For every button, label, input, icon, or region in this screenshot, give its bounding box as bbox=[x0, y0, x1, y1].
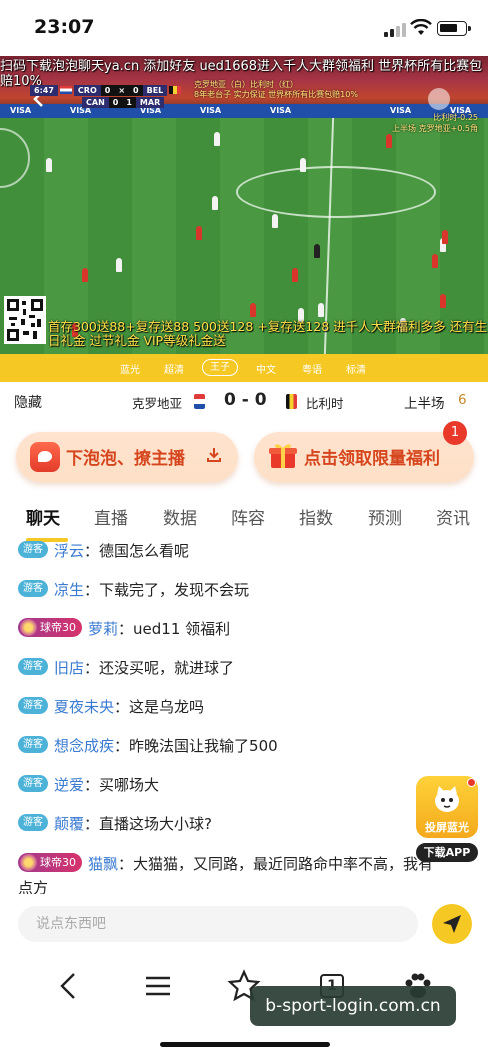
menu-icon[interactable] bbox=[138, 966, 178, 1006]
match-minute: 6 bbox=[458, 392, 467, 408]
tab-chat[interactable]: 聊天 bbox=[26, 504, 60, 529]
tab-bar: 聊天 直播 数据 阵容 指数 预测 资讯 bbox=[0, 498, 488, 542]
broadcaster-logo-icon bbox=[428, 88, 450, 110]
site-watermark: b-sport-login.com.cn bbox=[250, 986, 456, 1026]
guest-badge: 游客 bbox=[18, 736, 48, 753]
chat-username: 浮云 bbox=[54, 542, 85, 560]
download-app-button[interactable]: 下载APP bbox=[416, 843, 478, 862]
cellular-signal-icon bbox=[384, 23, 406, 37]
send-icon bbox=[443, 915, 461, 933]
chat-text: 买哪场大 bbox=[99, 776, 160, 794]
vip-badge: 球帝30 bbox=[18, 618, 82, 637]
video-player[interactable]: VISA VISA VISA VISA VISA VISA VISA 扫码下载泡… bbox=[0, 56, 488, 354]
chat-username: 颠覆 bbox=[54, 815, 85, 833]
gift-icon bbox=[269, 444, 297, 468]
chat-text: 昨晚法国让我输了500 bbox=[129, 737, 278, 755]
screen-cast-label: 投屏蓝光 bbox=[425, 821, 469, 834]
tab-lineup[interactable]: 阵容 bbox=[231, 504, 265, 529]
bubble-chat-icon bbox=[30, 442, 60, 472]
chat-username: 夏夜未央 bbox=[54, 698, 115, 716]
guest-badge: 游客 bbox=[18, 697, 48, 714]
stream-option[interactable]: 超清 bbox=[164, 361, 184, 376]
home-team-name: 克罗地亚 bbox=[132, 396, 183, 411]
chat-message: 游客 凉生：下载完了，发现不会玩 bbox=[18, 578, 438, 602]
battery-icon bbox=[437, 21, 471, 36]
notification-badge: 1 bbox=[443, 421, 467, 445]
chat-text: ued11 领福利 bbox=[133, 620, 231, 638]
chat-message: 游客 浮云：德国怎么看呢 bbox=[18, 539, 438, 563]
chat-username: 逆爱 bbox=[54, 776, 85, 794]
chat-message: 游客 逆爱：买哪场大 bbox=[18, 773, 438, 797]
chat-username: 萝莉 bbox=[88, 620, 119, 638]
stream-quality-bar: 蓝光 超清 王子 中文 粤语 标清 bbox=[0, 354, 488, 382]
chat-message: 游客 想念成疾：昨晚法国让我输了500 bbox=[18, 734, 438, 758]
chat-message: 球帝30 萝莉：ued11 领福利 bbox=[18, 617, 438, 641]
match-period: 上半场 bbox=[404, 396, 445, 412]
guest-badge: 游客 bbox=[18, 658, 48, 675]
wifi-icon bbox=[410, 19, 432, 35]
stream-option-active[interactable]: 王子 bbox=[202, 359, 238, 376]
vip-badge: 球帝30 bbox=[18, 853, 82, 872]
stream-option[interactable]: 中文 bbox=[256, 361, 276, 376]
chat-username: 想念成疾 bbox=[54, 737, 115, 755]
send-button[interactable] bbox=[432, 904, 472, 944]
chat-message: 球帝30 猫飘：大猫猫，又同路，最近同路命中率不高，我有点方 bbox=[18, 852, 438, 894]
cat-mascot-icon bbox=[435, 786, 459, 812]
guest-badge: 游客 bbox=[18, 775, 48, 792]
belgium-flag-icon bbox=[286, 394, 297, 409]
match-score: 0 - 0 bbox=[224, 390, 267, 410]
download-bubble-label: 下泡泡、撩主播 bbox=[66, 449, 185, 469]
video-bottom-marquee: 首存300送88+复存送88 500送128 +复存送128 进千人大群福利多多… bbox=[48, 319, 488, 348]
claim-welfare-button[interactable]: 点击领取限量福利 bbox=[254, 432, 474, 482]
download-icon bbox=[207, 448, 221, 462]
match-header: 隐藏 克罗地亚 0 - 0 比利时 上半场 6 bbox=[0, 382, 488, 420]
away-team-name: 比利时 bbox=[306, 396, 344, 411]
chat-input-wrapper bbox=[18, 906, 418, 942]
browser-back-icon[interactable] bbox=[50, 966, 90, 1006]
chat-text: 下载完了，发现不会玩 bbox=[99, 581, 250, 599]
tab-data[interactable]: 数据 bbox=[163, 504, 197, 529]
chat-username: 凉生 bbox=[54, 581, 85, 599]
croatia-flag-icon bbox=[194, 394, 205, 409]
screen-cast-app-button[interactable]: 投屏蓝光 bbox=[416, 776, 478, 838]
new-dot bbox=[467, 778, 476, 787]
status-time: 23:07 bbox=[34, 16, 95, 38]
status-bar: 23:07 bbox=[0, 0, 488, 56]
chat-input[interactable] bbox=[18, 906, 418, 942]
tab-prediction[interactable]: 预测 bbox=[368, 504, 402, 529]
download-bubble-button[interactable]: 下泡泡、撩主播 bbox=[16, 432, 238, 482]
home-indicator bbox=[160, 1042, 330, 1047]
chat-text: 德国怎么看呢 bbox=[99, 542, 190, 560]
claim-welfare-label: 点击领取限量福利 bbox=[304, 449, 440, 469]
chat-message: 游客 旧店：还没买呢，就进球了 bbox=[18, 656, 438, 680]
video-overlay-odds: 比利时-0.25 上半场 克罗地亚+0.5角 bbox=[392, 113, 478, 133]
tab-news[interactable]: 资讯 bbox=[436, 504, 470, 529]
chat-message: 游客 颠覆：直播这场大小球? bbox=[18, 812, 438, 836]
video-overlay-promo: 克罗地亚（白）比利时（红） 8年老台子 实力保证 世界杯所有比赛包赔10% bbox=[194, 80, 358, 99]
qr-code-icon bbox=[4, 296, 46, 344]
hide-button[interactable]: 隐藏 bbox=[14, 392, 42, 412]
stream-option[interactable]: 标清 bbox=[346, 361, 366, 376]
chat-username: 猫飘 bbox=[88, 855, 119, 873]
tab-live[interactable]: 直播 bbox=[94, 504, 128, 529]
stream-option[interactable]: 蓝光 bbox=[120, 361, 140, 376]
guest-badge: 游客 bbox=[18, 541, 48, 558]
guest-badge: 游客 bbox=[18, 580, 48, 597]
chat-text: 这是乌龙吗 bbox=[129, 698, 205, 716]
chat-text: 还没买呢，就进球了 bbox=[99, 659, 235, 677]
stream-option[interactable]: 粤语 bbox=[302, 361, 322, 376]
guest-badge: 游客 bbox=[18, 814, 48, 831]
chat-message: 游客 夏夜未央：这是乌龙吗 bbox=[18, 695, 438, 719]
chat-list[interactable]: 游客 浮云：德国怎么看呢 游客 凉生：下载完了，发现不会玩 球帝30 萝莉：ued11… bbox=[0, 538, 488, 894]
chat-text: 直播这场大小球? bbox=[99, 815, 212, 833]
tab-odds[interactable]: 指数 bbox=[299, 504, 333, 529]
scorebug: 6:47 CRO 0 × 0 BEL CAN 0 1 MAR bbox=[30, 84, 183, 108]
chat-username: 旧店 bbox=[54, 659, 85, 677]
